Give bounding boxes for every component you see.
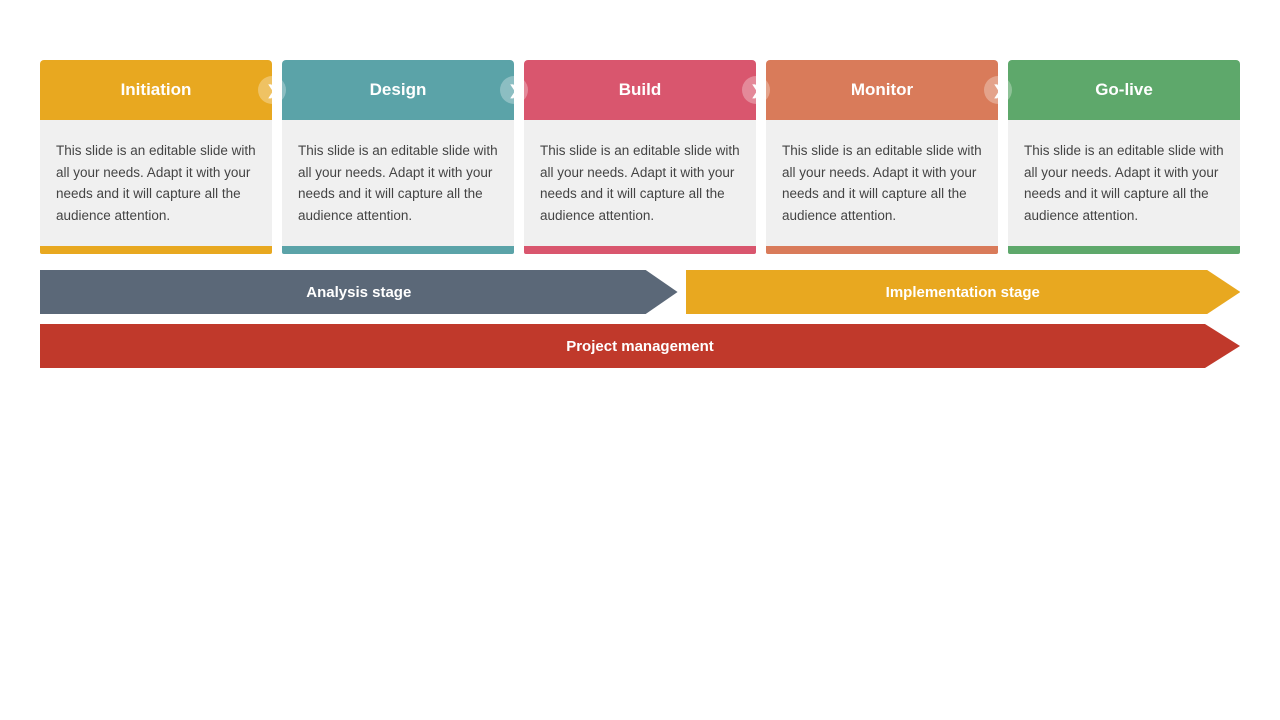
column-monitor: Monitor ❯ This slide is an editable slid… <box>766 60 998 254</box>
col-bottom-bar-build <box>524 246 756 254</box>
col-body-text-design: This slide is an editable slide with all… <box>298 140 498 226</box>
col-header-initiation: Initiation ❯ <box>40 60 272 120</box>
col-body-golive: This slide is an editable slide with all… <box>1008 120 1240 246</box>
col-header-monitor: Monitor ❯ <box>766 60 998 120</box>
column-design: Design ❯ This slide is an editable slide… <box>282 60 514 254</box>
col-body-text-initiation: This slide is an editable slide with all… <box>56 140 256 226</box>
col-bottom-bar-monitor <box>766 246 998 254</box>
arrow-icon-design: ❯ <box>500 76 528 104</box>
pm-label: Project management <box>566 338 714 355</box>
arrow-icon-initiation: ❯ <box>258 76 286 104</box>
col-header-golive: Go-live <box>1008 60 1240 120</box>
stage-implementation-label: Implementation stage <box>886 284 1040 301</box>
stages-container: Analysis stage Implementation stage <box>40 270 1240 314</box>
col-bottom-bar-design <box>282 246 514 254</box>
col-body-build: This slide is an editable slide with all… <box>524 120 756 246</box>
pm-container: Project management <box>40 324 1240 368</box>
col-label-monitor: Monitor <box>851 80 913 100</box>
col-body-monitor: This slide is an editable slide with all… <box>766 120 998 246</box>
col-label-initiation: Initiation <box>121 80 192 100</box>
col-label-golive: Go-live <box>1095 80 1153 100</box>
col-label-design: Design <box>370 80 427 100</box>
col-body-text-golive: This slide is an editable slide with all… <box>1024 140 1224 226</box>
arrow-icon-build: ❯ <box>742 76 770 104</box>
arrow-icon-monitor: ❯ <box>984 76 1012 104</box>
col-bottom-bar-golive <box>1008 246 1240 254</box>
col-header-build: Build ❯ <box>524 60 756 120</box>
stage-implementation: Implementation stage <box>686 270 1240 314</box>
col-body-text-build: This slide is an editable slide with all… <box>540 140 740 226</box>
col-label-build: Build <box>619 80 662 100</box>
stage-analysis: Analysis stage <box>40 270 678 314</box>
column-build: Build ❯ This slide is an editable slide … <box>524 60 756 254</box>
pm-bar: Project management <box>40 324 1240 368</box>
columns-container: Initiation ❯ This slide is an editable s… <box>40 60 1240 254</box>
column-golive: Go-live This slide is an editable slide … <box>1008 60 1240 254</box>
col-header-design: Design ❯ <box>282 60 514 120</box>
col-body-initiation: This slide is an editable slide with all… <box>40 120 272 246</box>
column-initiation: Initiation ❯ This slide is an editable s… <box>40 60 272 254</box>
col-body-design: This slide is an editable slide with all… <box>282 120 514 246</box>
col-bottom-bar-initiation <box>40 246 272 254</box>
col-body-text-monitor: This slide is an editable slide with all… <box>782 140 982 226</box>
stage-analysis-label: Analysis stage <box>306 284 411 301</box>
